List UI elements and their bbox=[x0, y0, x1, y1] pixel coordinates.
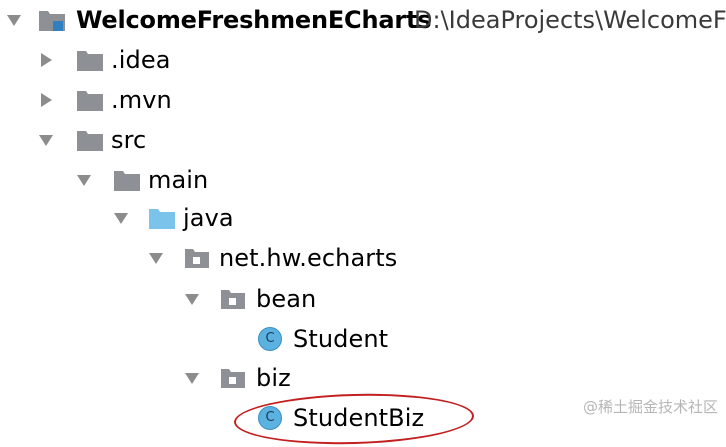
tree-item-net-hw-echarts[interactable]: net.hw.echarts bbox=[0, 238, 726, 278]
tree-item-bean[interactable]: bean bbox=[0, 279, 726, 319]
tree-item-biz[interactable]: biz bbox=[0, 358, 726, 398]
folder-icon bbox=[76, 88, 104, 112]
project-path: D:\IdeaProjects\WelcomeF bbox=[414, 6, 726, 34]
project-tree: WelcomeFreshmenECharts D:\IdeaProjects\W… bbox=[0, 0, 726, 447]
watermark: @稀土掘金技术社区 bbox=[582, 398, 718, 416]
package-icon bbox=[220, 288, 246, 310]
chevron-down-icon[interactable] bbox=[184, 370, 200, 386]
tree-item-student[interactable]: C Student bbox=[0, 319, 726, 359]
tree-item-idea[interactable]: .idea bbox=[0, 40, 726, 80]
chevron-right-icon[interactable] bbox=[38, 92, 54, 108]
module-folder-icon bbox=[38, 8, 66, 32]
tree-item-label: main bbox=[148, 166, 209, 194]
tree-item-label: .idea bbox=[111, 46, 171, 74]
chevron-right-icon[interactable] bbox=[38, 52, 54, 68]
folder-icon bbox=[76, 48, 104, 72]
tree-item-mvn[interactable]: .mvn bbox=[0, 80, 726, 120]
tree-item-java[interactable]: java bbox=[0, 198, 726, 238]
tree-item-label: biz bbox=[256, 364, 291, 392]
tree-item-label: net.hw.echarts bbox=[219, 244, 398, 272]
chevron-down-icon[interactable] bbox=[184, 291, 200, 307]
tree-item-label: src bbox=[111, 126, 147, 154]
folder-icon bbox=[113, 168, 141, 192]
tree-item-label: bean bbox=[256, 285, 317, 313]
package-icon bbox=[220, 367, 246, 389]
chevron-down-icon[interactable] bbox=[38, 132, 54, 148]
package-icon bbox=[184, 247, 210, 269]
chevron-down-icon[interactable] bbox=[6, 12, 22, 28]
tree-item-main[interactable]: main bbox=[0, 160, 726, 200]
source-folder-icon bbox=[148, 206, 176, 230]
chevron-down-icon[interactable] bbox=[148, 250, 164, 266]
tree-item-label: .mvn bbox=[111, 86, 172, 114]
chevron-down-icon[interactable] bbox=[113, 210, 129, 226]
project-name: WelcomeFreshmenECharts bbox=[76, 6, 432, 34]
folder-icon bbox=[76, 128, 104, 152]
tree-item-label: Student bbox=[293, 325, 389, 353]
tree-item-src[interactable]: src bbox=[0, 120, 726, 160]
tree-root-row[interactable]: WelcomeFreshmenECharts D:\IdeaProjects\W… bbox=[0, 0, 726, 40]
tree-item-label: java bbox=[183, 204, 234, 232]
chevron-down-icon[interactable] bbox=[76, 172, 92, 188]
class-icon: C bbox=[258, 327, 282, 351]
